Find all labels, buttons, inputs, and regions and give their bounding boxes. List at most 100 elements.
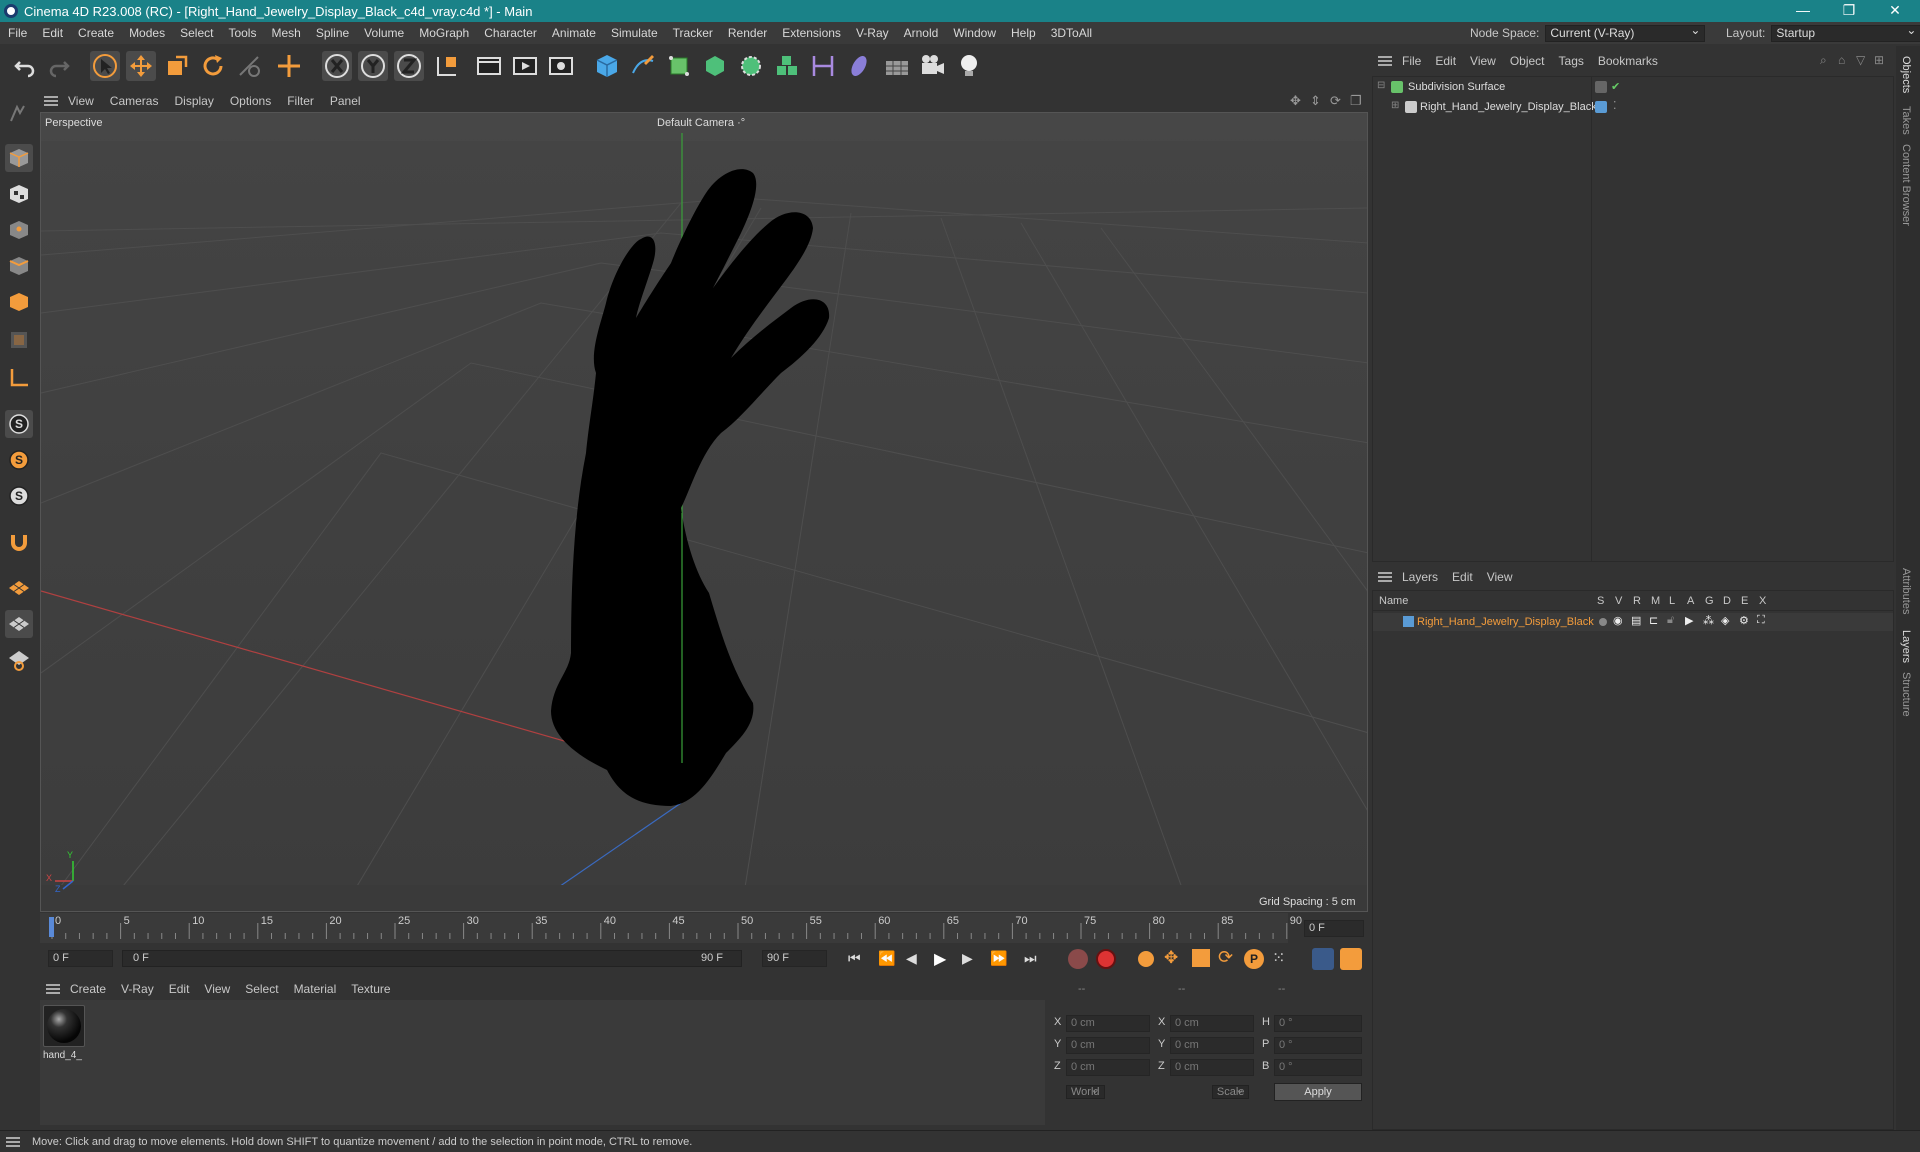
object-row-hand[interactable]: ⊞ Right_Hand_Jewelry_Display_Black ⁚ <box>1373 99 1893 117</box>
floor-icon[interactable] <box>882 51 912 81</box>
start-frame-field[interactable]: 0 F <box>48 950 113 967</box>
close-button[interactable]: ✕ <box>1872 0 1918 22</box>
mograph-icon[interactable] <box>772 51 802 81</box>
layer-render-icon[interactable]: ▤ <box>1631 614 1641 627</box>
viewport-menu-filter[interactable]: Filter <box>287 94 314 108</box>
previous-frame-icon[interactable]: ◀ <box>906 950 917 967</box>
parameter-key-icon[interactable]: P <box>1244 949 1264 969</box>
menu-vray[interactable]: V-Ray <box>856 26 889 40</box>
select-tool-icon[interactable] <box>90 51 120 81</box>
layer-deformers-icon[interactable]: ◈ <box>1721 614 1729 627</box>
object-menu-object[interactable]: Object <box>1510 54 1545 68</box>
material-menu-material[interactable]: Material <box>294 982 337 996</box>
object-search-icon[interactable]: ⌕ <box>1820 53 1827 68</box>
subdivision-generator-icon[interactable] <box>664 51 694 81</box>
viewport-menu-options[interactable]: Options <box>230 94 271 108</box>
z-axis-lock-icon[interactable] <box>394 51 424 81</box>
coordinate-system-icon[interactable] <box>432 51 462 81</box>
camera-icon[interactable] <box>918 51 948 81</box>
field-icon[interactable] <box>844 51 874 81</box>
coord-rot-b-field[interactable]: 0 ° <box>1274 1059 1362 1076</box>
workplane-snap-icon[interactable]: S <box>5 482 33 510</box>
material-hamburger-icon[interactable] <box>46 984 60 994</box>
position-key-icon[interactable]: ✥ <box>1164 948 1178 968</box>
viewport-maximize-icon[interactable]: ❐ <box>1350 93 1362 109</box>
scale-key-icon[interactable] <box>1192 949 1210 967</box>
snap-settings-icon[interactable]: S <box>5 446 33 474</box>
menu-simulate[interactable]: Simulate <box>611 26 658 40</box>
menu-create[interactable]: Create <box>78 26 114 40</box>
tab-takes[interactable]: Takes <box>1900 106 1912 135</box>
viewport-rotate-icon[interactable]: ⟳ <box>1330 93 1341 109</box>
object-name[interactable]: Right_Hand_Jewelry_Display_Black <box>1420 101 1597 113</box>
record-active-objects-icon[interactable] <box>1068 949 1088 969</box>
viewport-move-icon[interactable]: ✥ <box>1290 93 1301 109</box>
polygon-mode-icon[interactable] <box>5 288 33 316</box>
layer-xref-icon[interactable]: ⛶ <box>1757 614 1765 627</box>
menu-modes[interactable]: Modes <box>129 26 165 40</box>
apply-button[interactable]: Apply <box>1274 1083 1362 1101</box>
render-view-icon[interactable] <box>474 51 504 81</box>
menu-3dtoall[interactable]: 3DToAll <box>1051 26 1092 40</box>
material-name[interactable]: hand_4_ <box>43 1050 82 1061</box>
coord-pos-z-field[interactable]: 0 cm <box>1066 1059 1150 1076</box>
layer-menu-view[interactable]: View <box>1487 570 1513 584</box>
tab-objects[interactable]: Objects <box>1900 56 1912 93</box>
object-menu-view[interactable]: View <box>1470 54 1496 68</box>
grid-plane-icon[interactable] <box>5 610 33 638</box>
coord-mode-dropdown[interactable]: World <box>1066 1085 1105 1099</box>
layer-row[interactable]: Right_Hand_Jewelry_Display_Black ◉ ▤ ⊏ 🔓… <box>1373 613 1893 631</box>
point-mode-icon[interactable] <box>5 216 33 244</box>
object-menu-edit[interactable]: Edit <box>1435 54 1456 68</box>
material-menu-vray[interactable]: V-Ray <box>121 982 154 996</box>
object-home-icon[interactable]: ⌂ <box>1838 53 1845 67</box>
redo-icon[interactable] <box>44 51 74 81</box>
enabled-check-icon[interactable]: ✔ <box>1611 80 1620 93</box>
frame-range-slider[interactable]: 0 F 90 F <box>122 950 742 967</box>
material-menu-select[interactable]: Select <box>245 982 278 996</box>
tab-layers[interactable]: Layers <box>1900 630 1912 663</box>
menu-mograph[interactable]: MoGraph <box>419 26 469 40</box>
tab-attributes[interactable]: Attributes <box>1900 568 1912 614</box>
layer-generators-icon[interactable]: ⁂ <box>1703 614 1714 627</box>
viewport-menu-view[interactable]: View <box>68 94 94 108</box>
coord-rot-h-field[interactable]: 0 ° <box>1274 1015 1362 1032</box>
snap-icon[interactable]: S <box>5 410 33 438</box>
rotation-key-icon[interactable]: ⟳ <box>1218 947 1233 968</box>
visibility-toggle-icon[interactable] <box>1595 81 1607 93</box>
viewport-zoom-icon[interactable]: ⇕ <box>1310 93 1321 109</box>
rotate-tool-icon[interactable] <box>198 51 228 81</box>
menu-spline[interactable]: Spline <box>316 26 349 40</box>
cloner-icon[interactable] <box>736 51 766 81</box>
x-axis-lock-icon[interactable] <box>322 51 352 81</box>
y-axis-lock-icon[interactable] <box>358 51 388 81</box>
object-hamburger-icon[interactable] <box>1378 56 1392 66</box>
layer-menu-layers[interactable]: Layers <box>1402 570 1438 584</box>
render-settings-icon[interactable] <box>546 51 576 81</box>
light-icon[interactable] <box>954 51 984 81</box>
coord-size-y-field[interactable]: 0 cm <box>1170 1037 1254 1054</box>
coord-size-x-field[interactable]: 0 cm <box>1170 1015 1254 1032</box>
viewport-hamburger-icon[interactable] <box>44 96 58 106</box>
menu-window[interactable]: Window <box>953 26 996 40</box>
menu-tools[interactable]: Tools <box>228 26 256 40</box>
scale-tool-icon[interactable] <box>162 51 192 81</box>
render-picture-viewer-icon[interactable] <box>510 51 540 81</box>
magnet-icon[interactable] <box>5 528 33 556</box>
undo-icon[interactable] <box>10 51 40 81</box>
visibility-dots-icon[interactable]: ⁚ <box>1613 99 1617 112</box>
minimize-button[interactable]: — <box>1780 0 1826 22</box>
object-name[interactable]: Subdivision Surface <box>1408 81 1505 93</box>
tree-expand-icon[interactable]: ⊞ <box>1391 100 1399 111</box>
layer-hamburger-icon[interactable] <box>1378 572 1392 582</box>
workplane-icon[interactable] <box>5 574 33 602</box>
layer-solo-icon[interactable] <box>1599 618 1607 626</box>
viewport-menu-cameras[interactable]: Cameras <box>110 94 159 108</box>
menu-animate[interactable]: Animate <box>552 26 596 40</box>
deformer-icon[interactable] <box>808 51 838 81</box>
material-menu-create[interactable]: Create <box>70 982 106 996</box>
material-menu-edit[interactable]: Edit <box>169 982 190 996</box>
pen-spline-icon[interactable] <box>628 51 658 81</box>
tab-structure[interactable]: Structure <box>1900 672 1912 717</box>
coord-size-mode-dropdown[interactable]: Scale <box>1211 1085 1250 1099</box>
